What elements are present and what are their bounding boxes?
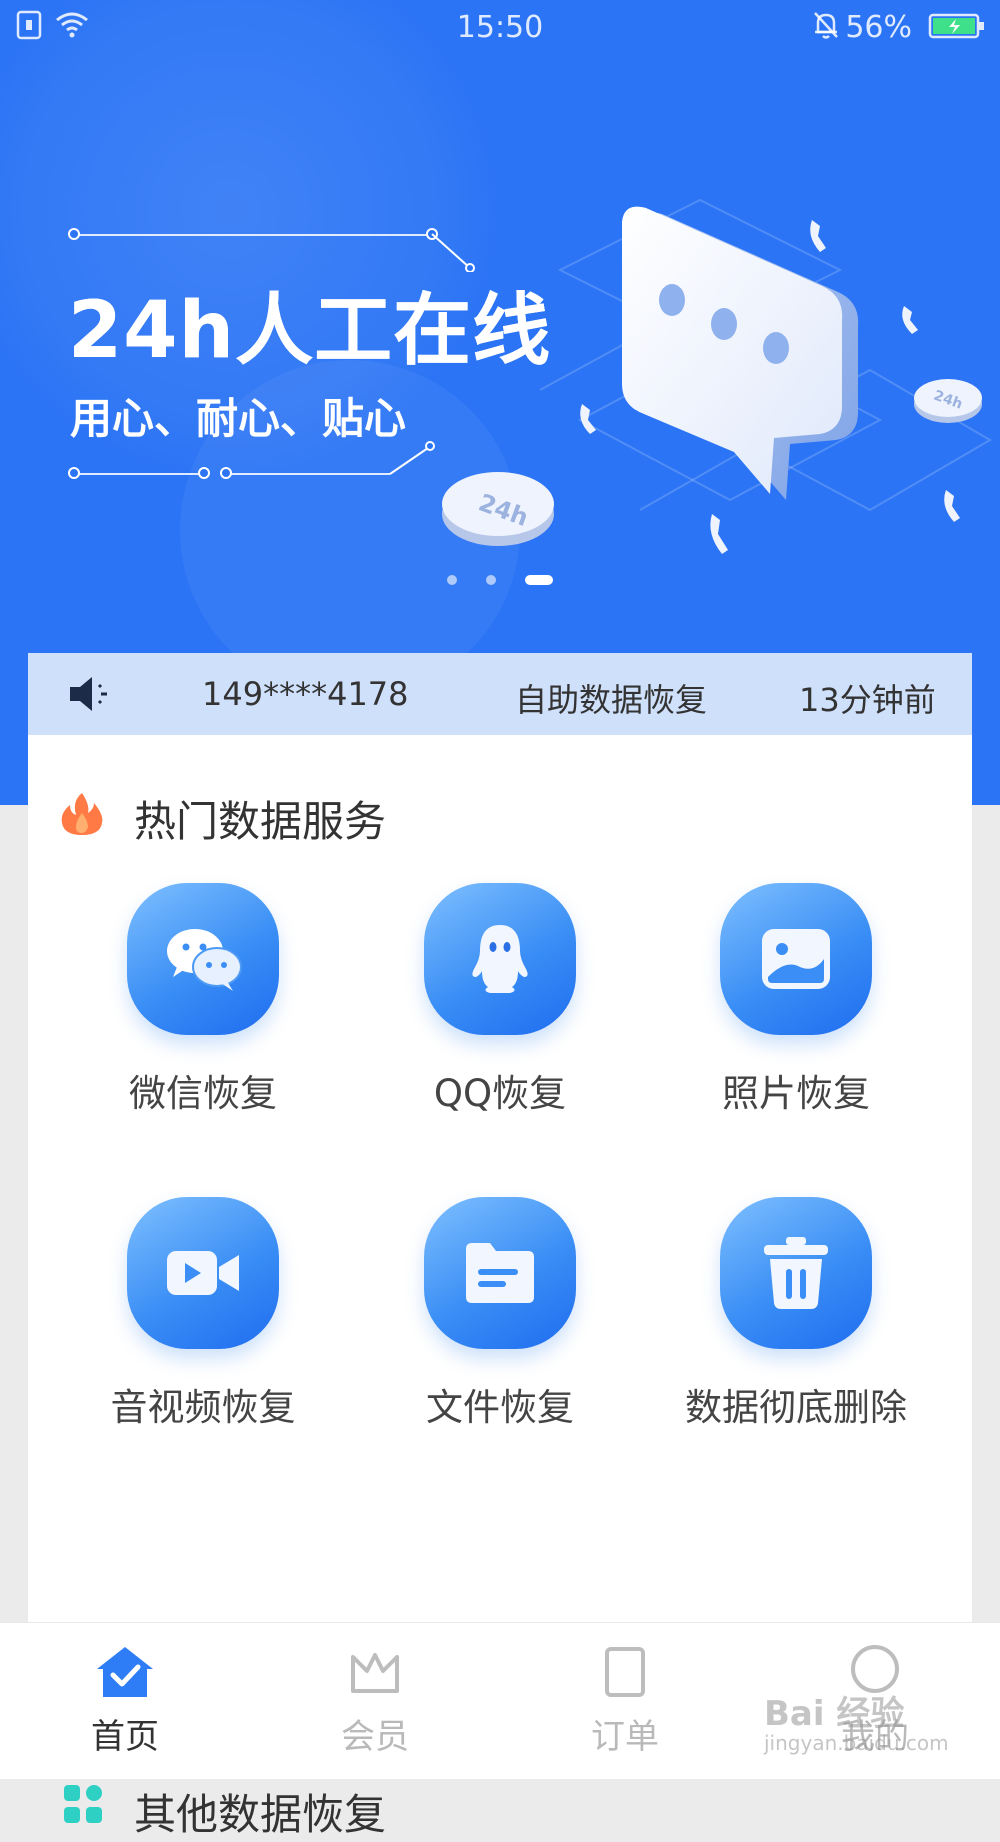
service-label: QQ恢复	[433, 1072, 567, 1115]
wechat-icon	[167, 929, 242, 991]
coin-24h-illustration: 24h	[442, 472, 554, 546]
tab-label: 会员	[341, 1717, 409, 1757]
banner-deco-line	[76, 234, 432, 236]
other-services-title: 其他数据恢复	[134, 1790, 387, 1839]
tab-label: 订单	[591, 1717, 659, 1757]
banner-deco-line	[76, 473, 206, 475]
notice-ticker[interactable]: 149****4178 自助数据恢复 13分钟前	[28, 653, 972, 735]
banner-title: 24h人工在线	[68, 286, 552, 376]
banner-deco-dot	[68, 467, 80, 479]
service-label: 文件恢复	[426, 1386, 574, 1429]
handset-icon	[580, 404, 596, 434]
video-camera-icon	[167, 1251, 239, 1295]
watermark-text: Bai 经验	[764, 1694, 905, 1734]
service-label: 数据彻底删除	[685, 1386, 907, 1429]
watermark-url: jingyan.baidu.com	[764, 1731, 949, 1755]
home-check-icon	[97, 1647, 153, 1697]
grid-icon	[64, 1785, 102, 1823]
order-icon	[605, 1647, 645, 1697]
service-secure-delete[interactable]: 数据彻底删除	[646, 1197, 946, 1431]
service-wechat-recovery[interactable]: 微信恢复	[53, 883, 353, 1117]
coin-24h-small-illustration: 24h	[914, 379, 982, 423]
handset-icon	[710, 514, 728, 554]
ticker-time: 13分钟前	[799, 681, 936, 719]
pagination-dot[interactable]	[486, 574, 496, 585]
battery-charging-icon	[928, 13, 984, 39]
banner-deco-line	[230, 473, 390, 475]
service-icon-bg	[424, 1197, 576, 1349]
handset-icon	[944, 490, 960, 522]
banner-deco-diagonal	[431, 233, 475, 272]
service-icon-bg	[720, 1197, 872, 1349]
service-label: 音视频恢复	[110, 1386, 296, 1429]
banner-subtitle: 用心、耐心、贴心	[70, 394, 407, 443]
banner-pagination[interactable]	[0, 569, 1000, 588]
service-label: 照片恢复	[722, 1072, 870, 1115]
banner-deco-dot	[220, 467, 232, 479]
service-av-recovery[interactable]: 音视频恢复	[53, 1197, 353, 1431]
service-qq-recovery[interactable]: QQ恢复	[350, 883, 650, 1117]
handset-icon	[810, 220, 826, 252]
service-icon-bg	[424, 883, 576, 1035]
tab-member[interactable]: 会员	[305, 1645, 445, 1758]
tab-home[interactable]: 首页	[55, 1645, 195, 1758]
battery-percent: 56%	[845, 10, 912, 45]
bell-off-icon	[814, 12, 838, 39]
qq-penguin-icon	[472, 925, 528, 993]
services-card: 149****4178 自助数据恢复 13分钟前 热门数据服务 微信恢复 QQ恢…	[28, 653, 972, 1839]
pagination-dot-active[interactable]	[525, 574, 554, 585]
trash-icon	[764, 1237, 828, 1309]
service-icon-bg	[127, 1197, 279, 1349]
service-icon-bg	[127, 883, 279, 1035]
service-file-recovery[interactable]: 文件恢复	[350, 1197, 650, 1431]
banner-deco-dot	[198, 467, 210, 479]
folder-icon	[466, 1243, 534, 1303]
chat-bubble-illustration	[622, 206, 859, 500]
service-photo-recovery[interactable]: 照片恢复	[646, 883, 946, 1117]
flame-icon	[61, 793, 103, 835]
status-bar: 15:50 56%	[0, 0, 1000, 54]
tab-orders[interactable]: 订单	[555, 1645, 695, 1758]
pagination-dot[interactable]	[446, 574, 457, 585]
service-label: 微信恢复	[129, 1072, 277, 1115]
watermark: Bai 经验 jingyan.baidu.com	[764, 1686, 949, 1755]
service-icon-bg	[720, 883, 872, 1035]
handset-icon	[902, 306, 918, 334]
ticker-action: 自助数据恢复	[515, 681, 708, 719]
banner-deco-dot	[68, 228, 80, 240]
tab-label: 首页	[91, 1717, 159, 1757]
banner-deco-diagonal	[389, 441, 435, 475]
photo-icon	[762, 929, 830, 989]
ticker-phone: 149****4178	[202, 675, 409, 713]
crown-icon	[351, 1653, 399, 1693]
speaker-icon	[70, 677, 107, 711]
hot-services-title: 热门数据服务	[134, 797, 387, 846]
